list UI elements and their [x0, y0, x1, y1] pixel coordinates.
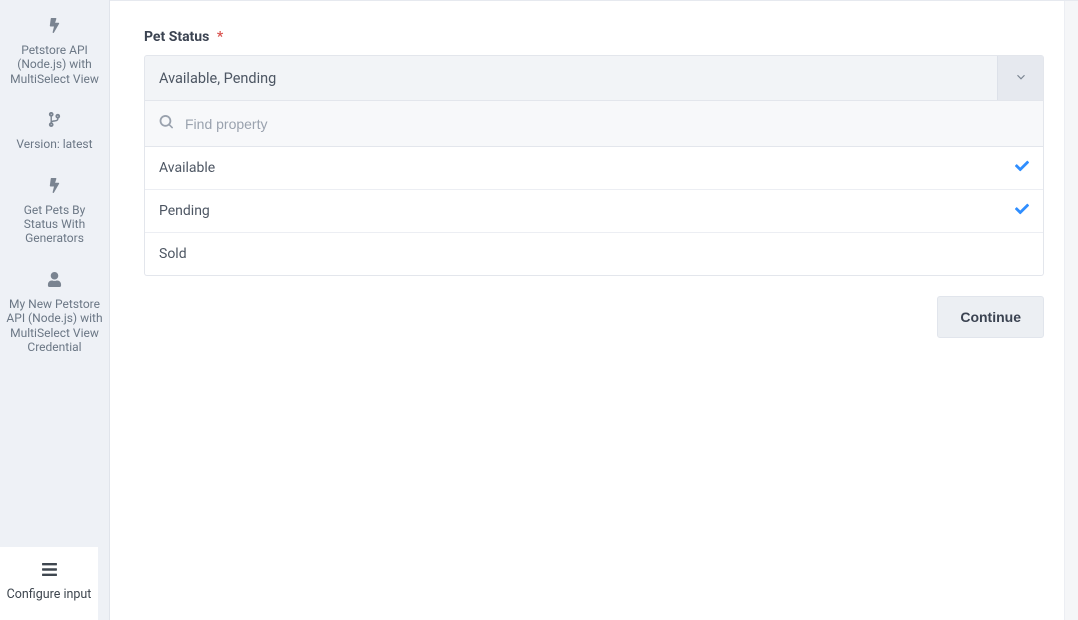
multiselect-selected-value: Available, Pending — [145, 56, 997, 100]
chevron-down-icon — [1014, 69, 1028, 88]
multiselect-search-input[interactable] — [185, 116, 1029, 132]
main-panel: Pet Status * Available, Pending Availabl… — [110, 0, 1078, 620]
sidebar: Petstore API (Node.js) with MultiSelect … — [0, 0, 110, 620]
sidebar-item-label: Get Pets By Status With Generators — [6, 203, 103, 246]
field-label-text: Pet Status — [144, 29, 209, 45]
branch-icon — [47, 112, 62, 131]
sidebar-item-credential[interactable]: My New Petstore API (Node.js) with Multi… — [0, 272, 109, 355]
multiselect-header[interactable]: Available, Pending — [144, 55, 1044, 101]
bolt-icon — [47, 18, 62, 37]
user-icon — [47, 272, 62, 291]
option-label: Available — [159, 160, 215, 176]
search-icon — [159, 114, 173, 133]
tab-configure-input[interactable]: Configure input — [0, 547, 98, 620]
continue-button[interactable]: Continue — [937, 296, 1044, 338]
sidebar-item-petstore-api[interactable]: Petstore API (Node.js) with MultiSelect … — [0, 18, 109, 86]
option-sold[interactable]: Sold — [145, 233, 1043, 275]
multiselect-toggle[interactable] — [997, 56, 1043, 100]
option-pending[interactable]: Pending — [145, 190, 1043, 233]
option-label: Sold — [159, 246, 187, 262]
multiselect-options: Available Pending Sold — [144, 147, 1044, 276]
tab-label: Configure input — [7, 587, 92, 602]
sidebar-item-label: My New Petstore API (Node.js) with Multi… — [6, 297, 103, 355]
multiselect-pet-status: Available, Pending Available Pending — [144, 55, 1044, 276]
sidebar-item-get-pets[interactable]: Get Pets By Status With Generators — [0, 178, 109, 246]
multiselect-search-row — [144, 101, 1044, 147]
field-label-pet-status: Pet Status * — [144, 29, 1044, 45]
actions-row: Continue — [144, 296, 1044, 338]
required-indicator: * — [217, 29, 223, 45]
option-label: Pending — [159, 203, 210, 219]
check-icon — [1015, 202, 1029, 220]
sidebar-item-version[interactable]: Version: latest — [0, 112, 109, 151]
sidebar-item-label: Petstore API (Node.js) with MultiSelect … — [6, 43, 103, 86]
bolt-icon — [47, 178, 62, 197]
menu-icon — [41, 561, 58, 583]
sidebar-item-label: Version: latest — [16, 137, 92, 151]
scrollbar-track[interactable] — [1064, 1, 1078, 620]
option-available[interactable]: Available — [145, 147, 1043, 190]
sidebar-items: Petstore API (Node.js) with MultiSelect … — [0, 0, 109, 547]
check-icon — [1015, 159, 1029, 177]
